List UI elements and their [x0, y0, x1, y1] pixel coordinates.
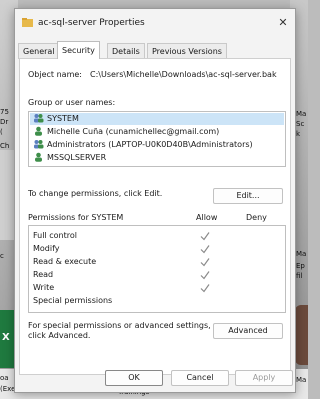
close-button[interactable]: ✕ — [275, 15, 291, 31]
permission-row: Modify — [33, 242, 60, 255]
tab-previous-versions[interactable]: Previous Versions — [147, 43, 227, 59]
list-item-principal[interactable]: Administrators (LAPTOP-U0K0D40B\Administ… — [33, 139, 253, 151]
permissions-table[interactable]: Full control Modify Read & execute Read Writ… — [28, 225, 286, 313]
folder-icon — [22, 18, 33, 27]
background-caption: oa — [0, 374, 9, 382]
advanced-text: For special permissions or advanced sett… — [28, 321, 211, 330]
list-item-principal[interactable]: SYSTEM — [30, 113, 284, 125]
title-bar: ac-sql-server Properties ✕ — [15, 9, 295, 37]
group-label: Group or user names: — [28, 98, 116, 107]
background-text: 75 — [0, 108, 9, 116]
background-text: k — [296, 130, 301, 138]
apply-button[interactable]: Apply — [235, 370, 293, 386]
window-title: ac-sql-server Properties — [38, 18, 145, 28]
background-text: Ch — [0, 142, 10, 150]
permission-row: Write — [33, 281, 54, 294]
allow-check-icon — [200, 245, 210, 254]
security-panel: Object name: C:\Users\Michelle\Downloads… — [19, 58, 291, 375]
tab-details[interactable]: Details — [107, 43, 145, 59]
excel-thumbnail: X — [0, 310, 14, 368]
deny-header: Deny — [246, 213, 267, 222]
permissions-for-label: Permissions for SYSTEM — [28, 213, 124, 222]
background-text: ( — [0, 128, 3, 136]
background-text: Dr — [0, 118, 9, 126]
background-text: Ma — [296, 110, 307, 118]
permission-name: Write — [33, 283, 55, 292]
principals-list[interactable]: SYSTEM Michelle Cuña (cunamichellec@gmai… — [28, 111, 286, 167]
photo-thumbnail — [295, 305, 308, 365]
tab-security[interactable]: Security — [57, 41, 100, 59]
background-text: Ma — [296, 250, 307, 258]
ok-button[interactable]: OK — [105, 370, 163, 386]
close-icon: ✕ — [278, 16, 288, 29]
permission-name: Full control — [33, 231, 77, 240]
object-name-label: Object name: — [28, 70, 82, 79]
permission-name: Modify — [33, 244, 60, 253]
background-panel — [0, 150, 14, 240]
background-text: fil — [296, 272, 303, 280]
list-item-principal[interactable]: MSSQLSERVER — [33, 152, 106, 164]
allow-check-icon — [200, 271, 210, 280]
excel-icon: X — [2, 332, 10, 343]
object-name-value: C:\Users\Michelle\Downloads\ac-sql-serve… — [90, 70, 277, 79]
allow-header: Allow — [196, 213, 218, 222]
allow-check-icon — [200, 284, 210, 293]
permission-name: Special permissions — [33, 296, 113, 305]
user-icon — [35, 126, 42, 136]
list-item-principal[interactable]: Michelle Cuña (cunamichellec@gmail.com) — [33, 126, 219, 138]
change-permissions-text: To change permissions, click Edit. — [28, 189, 163, 198]
edit-button[interactable]: Edit... — [213, 188, 283, 204]
group-users-icon — [34, 114, 44, 123]
properties-dialog: ac-sql-server Properties ✕ General Secur… — [14, 8, 296, 393]
background-text: Ep — [296, 262, 305, 270]
background-text: Sc — [296, 120, 305, 128]
background-text: Ma — [296, 376, 307, 384]
background-text: c — [0, 252, 4, 260]
permission-name: Read & execute — [33, 257, 97, 266]
dialog-footer: OK Cancel Apply — [15, 370, 295, 392]
tab-general[interactable]: General — [18, 43, 60, 59]
advanced-text: click Advanced. — [28, 331, 91, 340]
permission-row: Read & execute — [33, 255, 96, 268]
group-users-icon — [34, 140, 44, 149]
permission-row: Read — [33, 268, 53, 281]
permission-name: Read — [33, 270, 54, 279]
allow-check-icon — [200, 232, 210, 241]
advanced-button[interactable]: Advanced — [213, 323, 283, 339]
cancel-button[interactable]: Cancel — [171, 370, 229, 386]
user-icon — [35, 152, 42, 162]
permission-row: Special permissions — [33, 294, 112, 307]
permission-row: Full control — [33, 229, 77, 242]
allow-check-icon — [200, 258, 210, 267]
